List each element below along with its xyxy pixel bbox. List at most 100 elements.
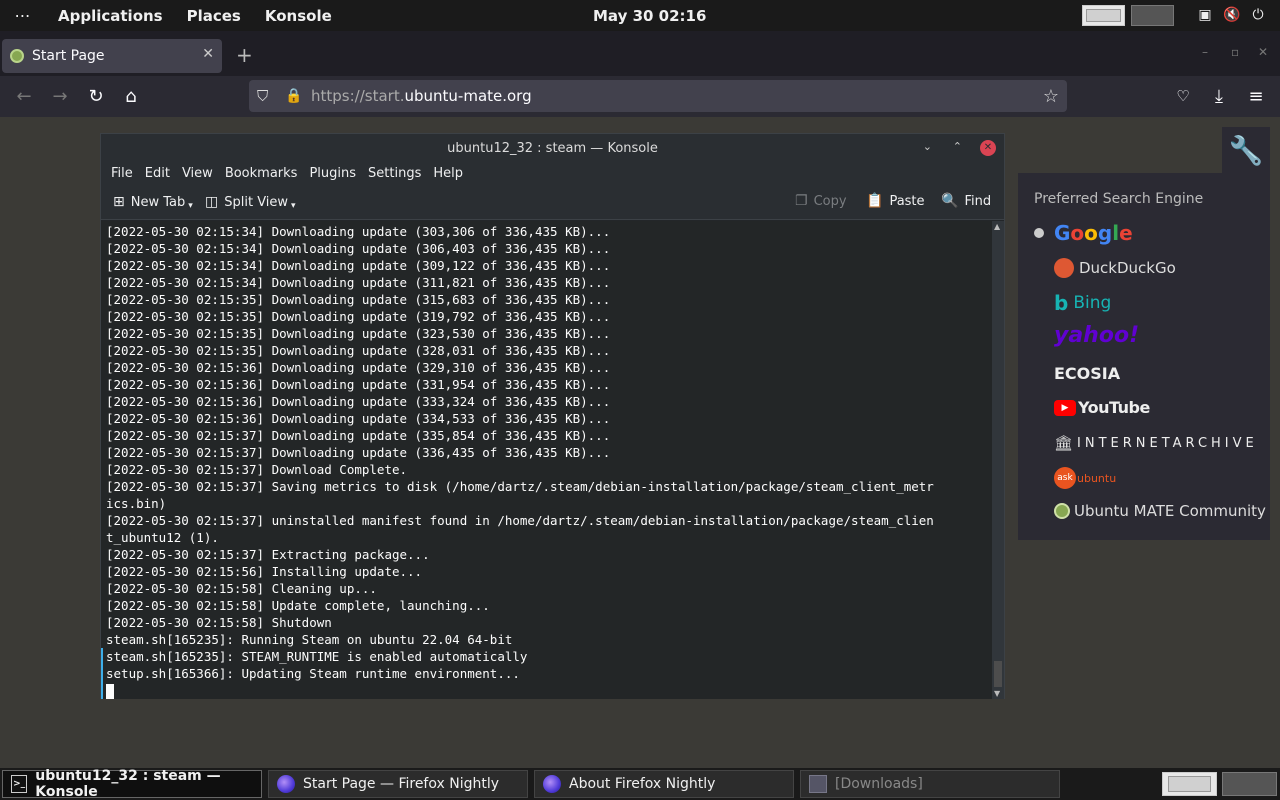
terminal-line: ics.bin) bbox=[106, 496, 167, 511]
restore-icon[interactable]: ▫ bbox=[1231, 45, 1239, 59]
firefox-nightly-icon bbox=[543, 775, 561, 793]
engine-duckduckgo[interactable]: DuckDuckGo bbox=[1054, 258, 1176, 278]
taskbar-label: About Firefox Nightly bbox=[569, 776, 716, 792]
applications-menu[interactable]: Applications bbox=[46, 7, 175, 25]
taskbar-label: [Downloads] bbox=[835, 776, 923, 792]
workspace-1[interactable] bbox=[1082, 5, 1125, 26]
duckduckgo-icon bbox=[1054, 258, 1074, 278]
terminal-line: [2022-05-30 02:15:36] Downloading update… bbox=[106, 394, 611, 409]
pocket-icon[interactable]: ♡ bbox=[1171, 84, 1195, 108]
dropdown-arrow-icon[interactable]: ▾ bbox=[188, 201, 193, 211]
scroll-up-icon[interactable]: ▲ bbox=[994, 222, 1000, 231]
menu-file[interactable]: File bbox=[105, 166, 139, 181]
terminal-line: [2022-05-30 02:15:35] Downloading update… bbox=[106, 309, 611, 324]
back-icon[interactable]: ← bbox=[12, 84, 36, 108]
workspace-switcher-2[interactable] bbox=[1222, 772, 1277, 796]
power-icon[interactable]: ⏻ bbox=[1249, 6, 1267, 24]
konsole-titlebar[interactable]: ubuntu12_32 : steam — Konsole ⌄ ⌃ ✕ bbox=[101, 134, 1004, 162]
minimize-icon[interactable]: – bbox=[1202, 45, 1208, 59]
paste-button[interactable]: 📋 Paste bbox=[866, 193, 925, 209]
engine-bing[interactable]: b Bing bbox=[1054, 291, 1111, 315]
url-text[interactable]: https://start.ubuntu-mate.org bbox=[311, 87, 532, 105]
konsole-window: ubuntu12_32 : steam — Konsole ⌄ ⌃ ✕ File… bbox=[100, 133, 1005, 699]
close-window-icon[interactable]: ✕ bbox=[1258, 45, 1268, 59]
home-icon[interactable]: ⌂ bbox=[119, 84, 143, 108]
taskbar-item-firefox-start[interactable]: Start Page — Firefox Nightly bbox=[268, 770, 528, 798]
konsole-menubar: File Edit View Bookmarks Plugins Setting… bbox=[101, 162, 1004, 184]
new-tab-label: New Tab bbox=[130, 194, 186, 210]
menu-bookmarks[interactable]: Bookmarks bbox=[219, 166, 304, 181]
konsole-toolbar: ⊞ New Tab ▾ ◫ Split View ▾ ❐ Copy 📋 Past… bbox=[101, 184, 1004, 220]
engine-youtube[interactable]: ▶ YouTube bbox=[1054, 398, 1150, 417]
new-tab-button[interactable]: ⊞ New Tab ▾ bbox=[113, 193, 193, 211]
new-tab-icon[interactable]: + bbox=[236, 43, 253, 67]
engine-internet-archive[interactable]: 🏛 INTERNETARCHIVE bbox=[1054, 434, 1258, 452]
activities-dots-icon[interactable]: ⋯ bbox=[0, 6, 46, 25]
forward-icon[interactable]: → bbox=[48, 84, 72, 108]
find-button[interactable]: 🔍 Find bbox=[941, 193, 991, 209]
clock[interactable]: May 30 02:16 bbox=[593, 7, 706, 25]
taskbar-item-downloads[interactable]: [Downloads] bbox=[800, 770, 1060, 798]
paste-icon: 📋 bbox=[866, 193, 884, 209]
tab-start-page[interactable]: Start Page ✕ bbox=[2, 39, 222, 73]
dropdown-arrow-icon[interactable]: ▾ bbox=[291, 201, 296, 211]
workspace-2[interactable] bbox=[1131, 5, 1174, 26]
engine-google[interactable]: Google bbox=[1034, 221, 1133, 245]
terminal-line: steam.sh[165235]: STEAM_RUNTIME is enabl… bbox=[101, 648, 993, 665]
app-menu-icon[interactable]: ≡ bbox=[1244, 84, 1268, 108]
browser-tabbar: Start Page ✕ + – ▫ ✕ bbox=[0, 31, 1280, 76]
terminal-output[interactable]: [2022-05-30 02:15:34] Downloading update… bbox=[101, 221, 993, 699]
places-menu[interactable]: Places bbox=[175, 7, 253, 25]
engine-askubuntu[interactable]: ask ubuntu bbox=[1054, 467, 1116, 489]
minimize-window-icon[interactable]: ⌄ bbox=[923, 140, 932, 153]
menu-plugins[interactable]: Plugins bbox=[303, 166, 362, 181]
terminal-line: [2022-05-30 02:15:58] Update complete, l… bbox=[106, 598, 490, 613]
konsole-app-menu[interactable]: Konsole bbox=[253, 7, 344, 25]
terminal-line: [2022-05-30 02:15:35] Downloading update… bbox=[106, 326, 611, 341]
menu-edit[interactable]: Edit bbox=[139, 166, 176, 181]
terminal-line: [2022-05-30 02:15:34] Downloading update… bbox=[106, 258, 611, 273]
downloads-icon[interactable]: ⤓ bbox=[1207, 84, 1231, 108]
google-logo: Google bbox=[1054, 221, 1133, 245]
terminal-line: setup.sh[165366]: Updating Steam runtime… bbox=[101, 665, 993, 682]
terminal-line: [2022-05-30 02:15:37] uninstalled manife… bbox=[106, 513, 934, 528]
taskbar-item-konsole[interactable]: >_ ubuntu12_32 : steam — Konsole bbox=[2, 768, 262, 800]
selected-bullet-icon bbox=[1034, 228, 1044, 238]
internet-archive-label: INTERNETARCHIVE bbox=[1077, 435, 1258, 451]
close-konsole-icon[interactable]: ✕ bbox=[980, 140, 996, 156]
workspace-switcher-1[interactable] bbox=[1162, 772, 1217, 796]
copy-button[interactable]: ❐ Copy bbox=[795, 193, 847, 209]
terminal-line: [2022-05-30 02:15:36] Downloading update… bbox=[106, 377, 611, 392]
find-label: Find bbox=[964, 193, 992, 209]
engine-ubuntu-mate-community[interactable]: Ubuntu MATE Community bbox=[1054, 502, 1266, 520]
tab-title: Start Page bbox=[32, 48, 105, 64]
menu-settings[interactable]: Settings bbox=[362, 166, 427, 181]
taskbar-item-about-firefox[interactable]: About Firefox Nightly bbox=[534, 770, 794, 798]
close-tab-icon[interactable]: ✕ bbox=[202, 46, 214, 62]
bookmark-star-icon[interactable]: ☆ bbox=[1043, 86, 1059, 107]
terminal-line: [2022-05-30 02:15:56] Installing update.… bbox=[106, 564, 423, 579]
menu-help[interactable]: Help bbox=[427, 166, 469, 181]
konsole-title: ubuntu12_32 : steam — Konsole bbox=[447, 140, 658, 156]
downloads-window-icon bbox=[809, 775, 827, 793]
terminal-scrollbar[interactable]: ▲ ▼ bbox=[992, 221, 1004, 699]
engine-ecosia[interactable]: ECOSIA bbox=[1054, 364, 1120, 383]
volume-muted-icon[interactable]: 🔇 bbox=[1223, 6, 1241, 24]
shield-icon[interactable]: ⛉ bbox=[257, 87, 268, 105]
engine-yahoo[interactable]: yahoo! bbox=[1054, 323, 1139, 348]
wrench-settings-icon[interactable]: 🔧 bbox=[1222, 127, 1270, 173]
reload-icon[interactable]: ↻ bbox=[84, 84, 108, 108]
split-view-button[interactable]: ◫ Split View ▾ bbox=[205, 193, 296, 211]
maximize-window-icon[interactable]: ⌃ bbox=[953, 140, 962, 153]
taskbar-label: Start Page — Firefox Nightly bbox=[303, 776, 500, 792]
paste-label: Paste bbox=[889, 193, 925, 209]
url-bar[interactable]: ⛉ 🔒 https://start.ubuntu-mate.org ☆ bbox=[249, 80, 1067, 112]
scrollbar-thumb[interactable] bbox=[994, 661, 1002, 687]
lock-icon[interactable]: 🔒 bbox=[285, 88, 302, 104]
terminal-line: t_ubuntu12 (1). bbox=[106, 530, 219, 545]
menu-view[interactable]: View bbox=[176, 166, 219, 181]
scroll-down-icon[interactable]: ▼ bbox=[994, 689, 1000, 698]
terminal-line: [2022-05-30 02:15:58] Shutdown bbox=[106, 615, 332, 630]
notification-icon[interactable]: ▣ bbox=[1196, 6, 1214, 24]
ubuntu-mate-icon bbox=[1054, 503, 1070, 519]
